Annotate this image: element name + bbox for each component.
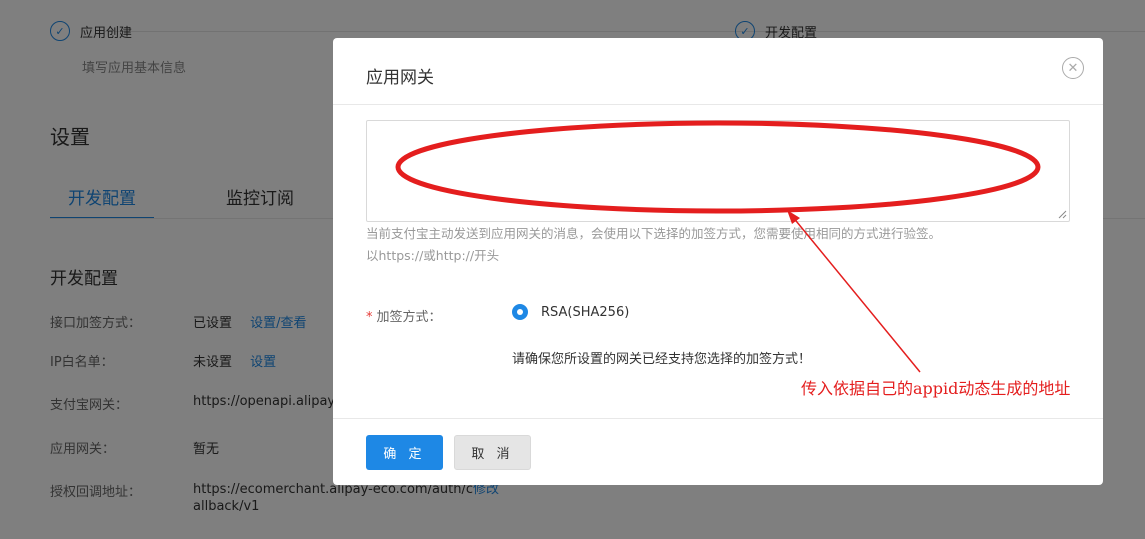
radio-label: RSA(SHA256) <box>541 304 630 320</box>
confirm-button[interactable]: 确 定 <box>366 435 443 470</box>
sign-label-text: 加签方式： <box>376 310 442 325</box>
app-gateway-modal: 应用网关 ✕ 当前支付宝主动发送到应用网关的消息，会使用以下选择的加签方式，您需… <box>333 38 1103 485</box>
close-circle-icon[interactable]: ✕ <box>1062 57 1084 79</box>
modal-header: 应用网关 ✕ <box>333 38 1103 105</box>
sign-method-note: 请确保您所设置的网关已经支持您选择的加签方式！ <box>512 352 812 367</box>
resize-handle-icon[interactable] <box>1057 209 1067 219</box>
cancel-button[interactable]: 取 消 <box>454 435 531 470</box>
modal-title: 应用网关 <box>366 68 434 88</box>
help-line: 当前支付宝主动发送到应用网关的消息，会使用以下选择的加签方式，您需要使用相同的方… <box>366 226 942 241</box>
gateway-url-textarea[interactable] <box>366 120 1070 222</box>
radio-selected-icon <box>512 304 528 320</box>
required-mark: * <box>366 310 373 325</box>
radio-rsa-sha256[interactable]: RSA(SHA256) <box>512 304 629 320</box>
sign-method-label: * 加签方式： <box>366 306 442 325</box>
modal-footer-divider <box>333 418 1103 419</box>
annotation-text: 传入依据自己的appid动态生成的地址 <box>801 379 1071 398</box>
help-text: 当前支付宝主动发送到应用网关的消息，会使用以下选择的加签方式，您需要使用相同的方… <box>366 223 1086 267</box>
help-line: 以https://或http://开头 <box>366 248 500 263</box>
